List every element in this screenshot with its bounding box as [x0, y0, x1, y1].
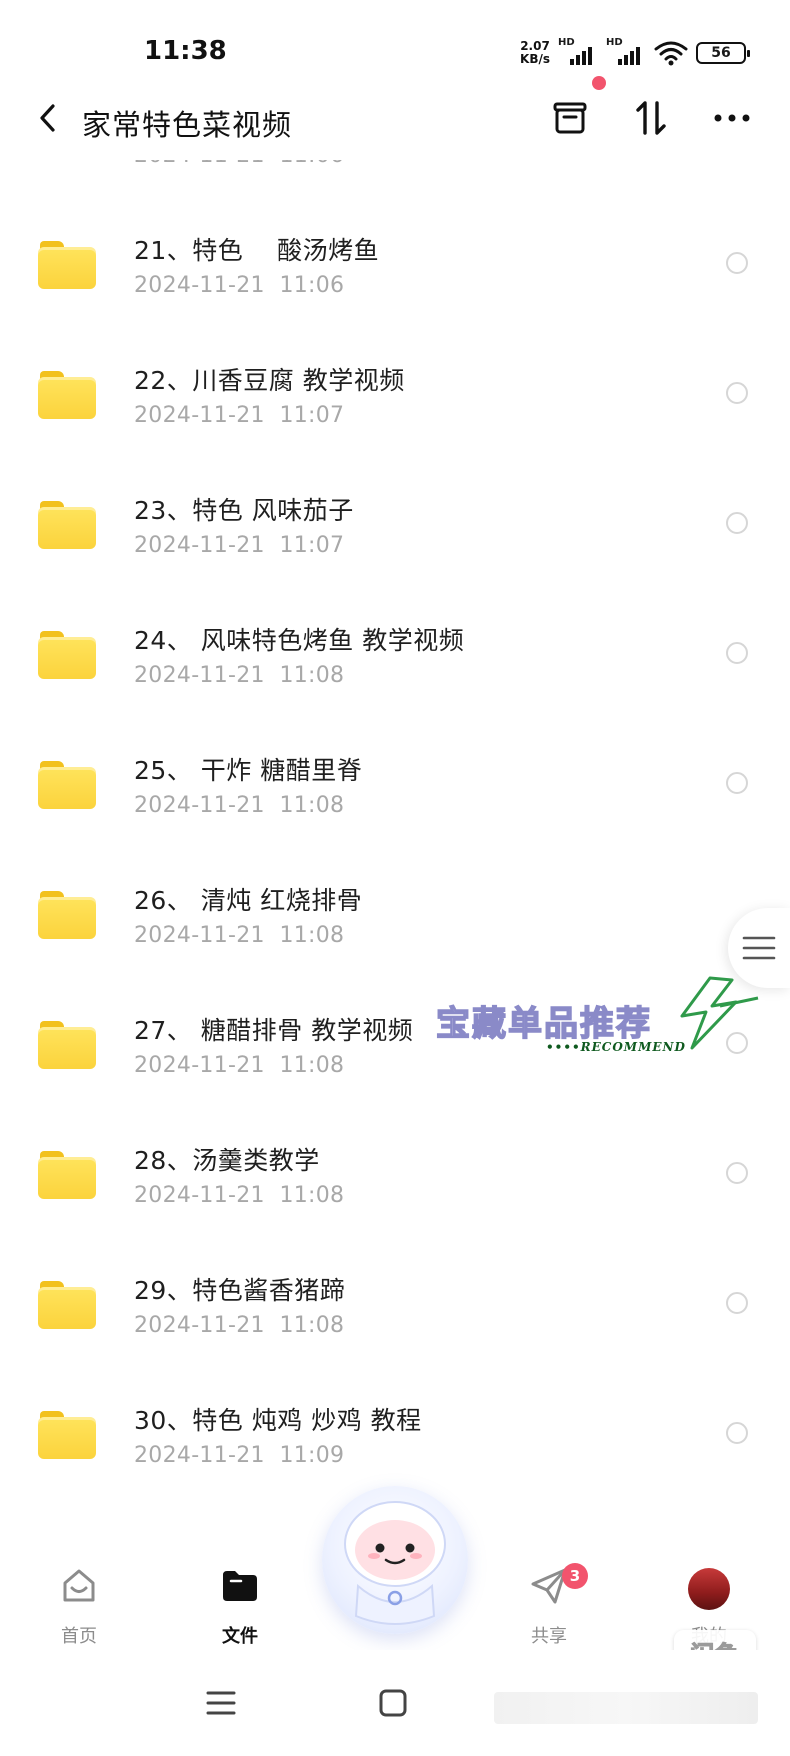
- file-name: 22、川香豆腐 教学视频: [134, 366, 405, 395]
- home-icon: [59, 1566, 99, 1606]
- select-radio[interactable]: [726, 1032, 748, 1054]
- status-icons: 2.07 KB/s HD HD 56: [520, 36, 750, 70]
- file-row[interactable]: 26、 清炖 红烧排骨 2024-11-21 11:08: [0, 861, 790, 991]
- archive-button[interactable]: [546, 94, 594, 142]
- folder-icon: [38, 1411, 96, 1459]
- square-icon: [379, 1689, 407, 1717]
- file-row[interactable]: 21、特色 酸汤烤鱼 2024-11-21 11:06: [0, 211, 790, 341]
- mascot-icon: [344, 1501, 446, 1625]
- wifi-icon: [654, 41, 688, 66]
- file-row[interactable]: 25、 干炸 糖醋里脊 2024-11-21 11:08: [0, 731, 790, 861]
- nav-files-label: 文件: [222, 1626, 258, 1647]
- file-date: 2024-11-21 11:08: [134, 663, 345, 688]
- page-title: 家常特色菜视频: [82, 108, 293, 142]
- folder-icon: [38, 371, 96, 419]
- select-radio[interactable]: [726, 1292, 748, 1314]
- obscured-area: [494, 1692, 758, 1724]
- file-row[interactable]: 23、特色 风味茄子 2024-11-21 11:07: [0, 471, 790, 601]
- select-radio[interactable]: [726, 512, 748, 534]
- back-icon: [40, 104, 55, 132]
- nav-files[interactable]: 文件: [180, 1520, 300, 1650]
- file-list: 2024-11-21 11:06 21、特色 酸汤烤鱼 2024-11-21 1…: [0, 160, 790, 1530]
- recents-button[interactable]: [198, 1680, 244, 1726]
- file-date: 2024-11-21 11:09: [134, 1443, 345, 1468]
- folder-icon: [38, 241, 96, 289]
- more-icon: [714, 114, 750, 122]
- select-radio[interactable]: [726, 382, 748, 404]
- file-row[interactable]: 22、川香豆腐 教学视频 2024-11-21 11:07: [0, 341, 790, 471]
- home-system-button[interactable]: [370, 1680, 416, 1726]
- file-name: 21、特色 酸汤烤鱼: [134, 236, 380, 265]
- file-row[interactable]: 24、 风味特色烤鱼 教学视频 2024-11-21 11:08: [0, 601, 790, 731]
- file-date: 2024-11-21 11:06: [134, 273, 345, 298]
- file-name: 25、 干炸 糖醋里脊: [134, 756, 363, 785]
- file-name: 29、特色酱香猪蹄: [134, 1276, 346, 1305]
- status-time: 11:38: [144, 36, 227, 66]
- file-row[interactable]: 28、汤羹类教学 2024-11-21 11:08: [0, 1121, 790, 1251]
- menu-lines-icon: [742, 936, 776, 960]
- file-date: 2024-11-21 11:07: [134, 533, 345, 558]
- file-name: 26、 清炖 红烧排骨: [134, 886, 363, 915]
- nav-home[interactable]: 首页: [19, 1520, 139, 1650]
- file-name: 23、特色 风味茄子: [134, 496, 354, 525]
- file-date: 2024-11-21 11:08: [134, 793, 345, 818]
- menu-icon: [206, 1691, 236, 1715]
- file-name: 28、汤羹类教学: [134, 1146, 320, 1175]
- network-speed-unit: KB/s: [520, 52, 550, 66]
- folder-icon: [38, 761, 96, 809]
- network-speed: 2.07 KB/s: [520, 40, 550, 66]
- sort-icon: [636, 101, 666, 135]
- signal-icon: HD: [558, 37, 598, 67]
- file-date: 2024-11-21 11:07: [134, 403, 345, 428]
- select-radio[interactable]: [726, 1422, 748, 1444]
- file-date: 2024-11-21 11:08: [134, 1183, 345, 1208]
- select-radio[interactable]: [726, 1162, 748, 1184]
- header: 家常特色菜视频: [0, 76, 790, 160]
- file-date: 2024-11-21 11:08: [134, 1053, 345, 1078]
- file-name: 30、特色 炖鸡 炒鸡 教程: [134, 1406, 422, 1435]
- share-badge: 3: [562, 1563, 588, 1589]
- system-nav-bar: [0, 1650, 790, 1756]
- archive-icon: [553, 102, 587, 134]
- nav-share-label: 共享: [531, 1626, 567, 1647]
- file-date: 2024-11-21 11:08: [134, 923, 345, 948]
- back-button[interactable]: [28, 98, 68, 138]
- file-row[interactable]: 27、 糖醋排骨 教学视频 2024-11-21 11:08: [0, 991, 790, 1121]
- ai-assistant-button[interactable]: [322, 1486, 468, 1634]
- select-radio[interactable]: [726, 252, 748, 274]
- battery-icon: 56: [696, 42, 750, 64]
- file-name: 24、 风味特色烤鱼 教学视频: [134, 626, 465, 655]
- file-row[interactable]: 2024-11-21 11:06: [0, 160, 790, 211]
- file-row[interactable]: 29、特色酱香猪蹄 2024-11-21 11:08: [0, 1251, 790, 1381]
- select-radio[interactable]: [726, 772, 748, 794]
- nav-home-label: 首页: [61, 1626, 97, 1647]
- folder-icon: [38, 631, 96, 679]
- file-date: 2024-11-21 11:06: [134, 160, 344, 168]
- folder-icon: [38, 1281, 96, 1329]
- notification-dot: [592, 76, 606, 90]
- nav-share[interactable]: 共享: [489, 1520, 609, 1650]
- select-radio[interactable]: [726, 642, 748, 664]
- signal-icon-2: HD: [606, 37, 646, 67]
- folder-icon: [38, 1021, 96, 1069]
- file-name: 27、 糖醋排骨 教学视频: [134, 1016, 414, 1045]
- folder-icon: [38, 891, 96, 939]
- folder-icon: [38, 501, 96, 549]
- avatar[interactable]: [688, 1568, 730, 1610]
- folder-nav-icon: [220, 1566, 260, 1606]
- file-date: 2024-11-21 11:08: [134, 1313, 345, 1338]
- sort-button[interactable]: [627, 94, 675, 142]
- more-button[interactable]: [708, 94, 756, 142]
- folder-icon: [38, 1151, 96, 1199]
